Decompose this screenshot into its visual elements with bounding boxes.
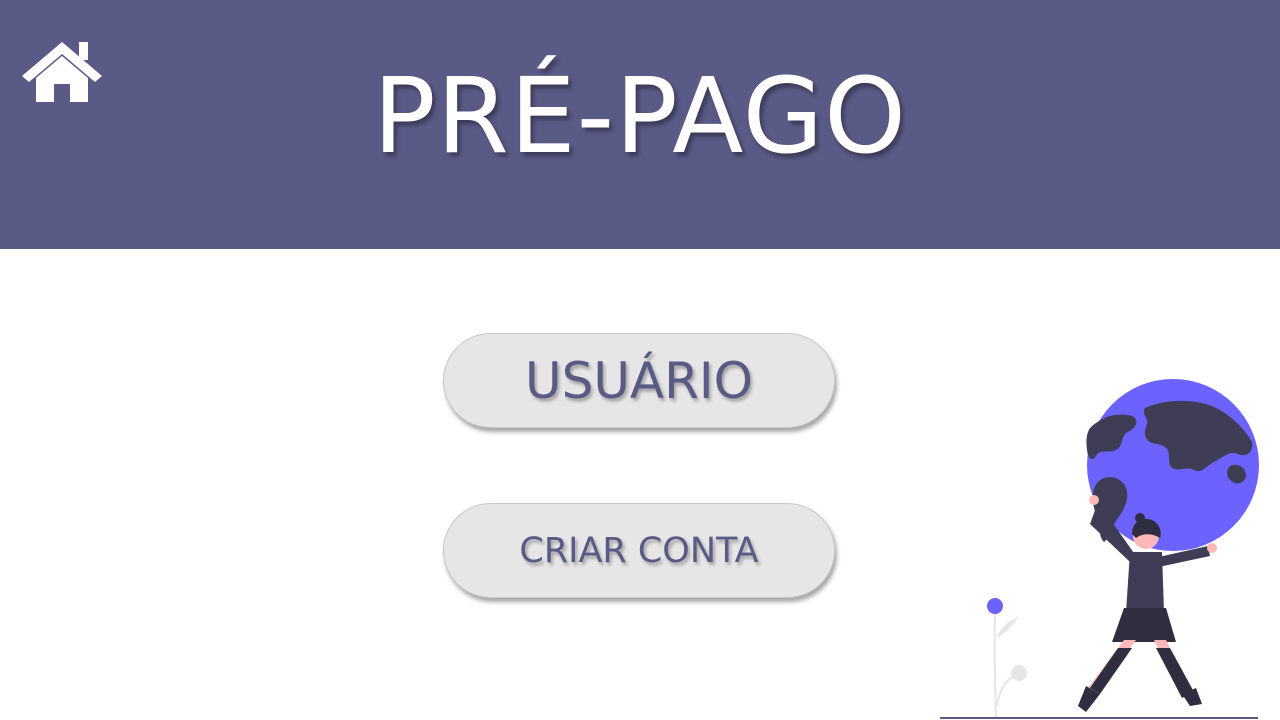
create-account-button[interactable]: CRIAR CONTA: [443, 503, 835, 598]
user-button[interactable]: USUÁRIO: [443, 333, 835, 428]
page-title: PRÉ-PAGO: [372, 55, 908, 177]
header-bar: PRÉ-PAGO: [0, 0, 1280, 249]
app-screen: PRÉ-PAGO USUÁRIO CRIAR CONTA: [0, 0, 1280, 720]
person-holding-globe-illustration: [940, 376, 1270, 720]
